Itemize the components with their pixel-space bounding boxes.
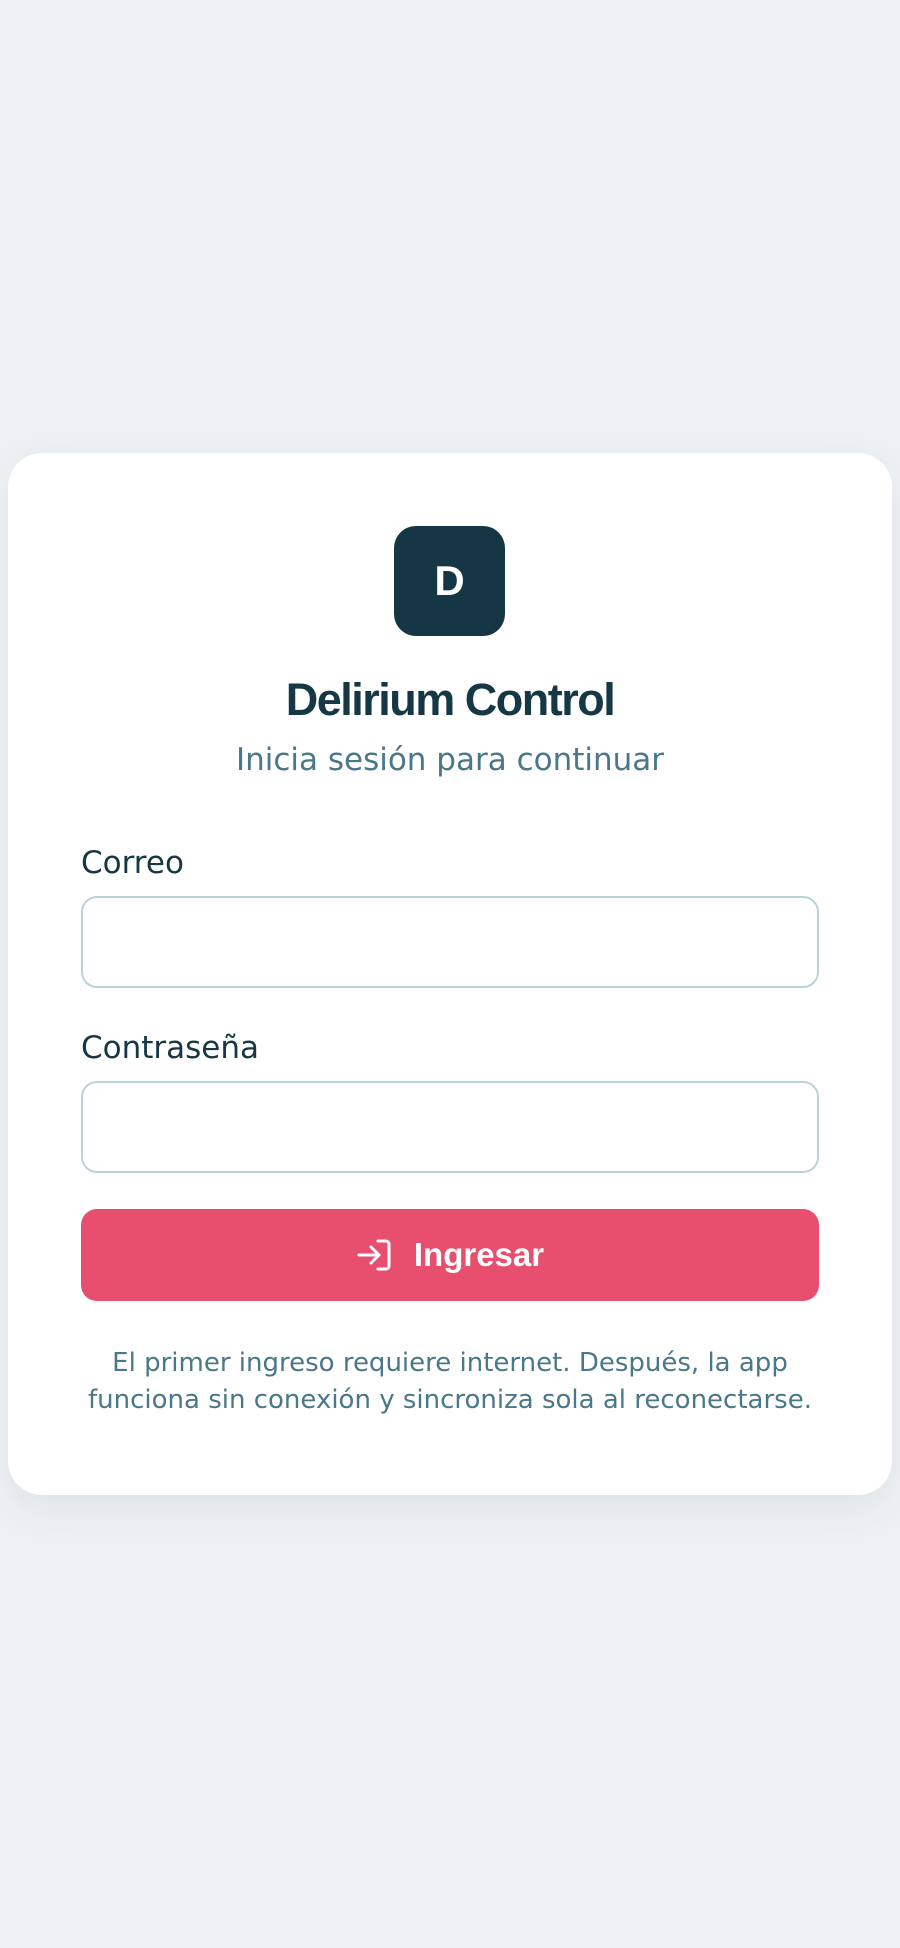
email-field[interactable]	[81, 896, 819, 988]
logo-letter: D	[434, 557, 465, 604]
app-title: Delirium Control	[285, 674, 616, 725]
offline-note: El primer ingreso requiere internet. Des…	[88, 1348, 812, 1415]
password-field[interactable]	[81, 1081, 819, 1173]
login-subtitle: Inicia sesión para continuar	[235, 742, 665, 778]
app-logo: D	[394, 526, 505, 636]
email-label: Correo	[81, 845, 184, 881]
login-button-label: Ingresar	[413, 1236, 545, 1273]
login-button[interactable]: Ingresar	[81, 1209, 819, 1301]
password-label: Contraseña	[81, 1030, 260, 1066]
login-icon	[356, 1238, 392, 1272]
login-card: D Delirium Control Inicia sesión para co…	[8, 453, 892, 1495]
